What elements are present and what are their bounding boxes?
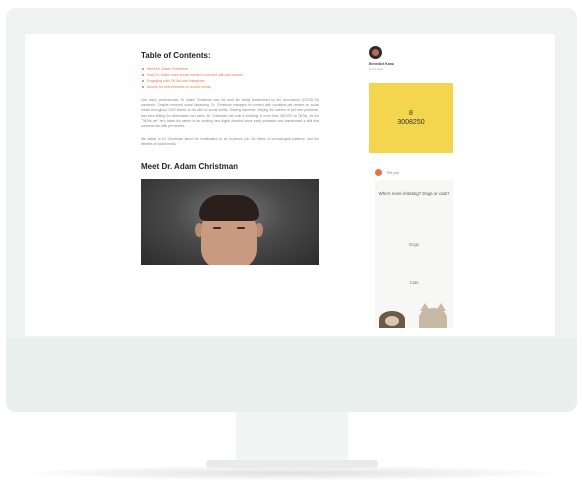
promo-line: 8	[409, 110, 413, 117]
poll-card: Who's more irritating? Dogs or cats? Dog…	[375, 180, 453, 328]
monitor-frame: Table of Contents: Meet Dr. Adam Christm…	[6, 8, 577, 412]
sidebar: Benedict Kanu 5 min read 8 3008250 Pet p…	[369, 46, 453, 328]
photo-hair	[199, 194, 259, 221]
author-avatar[interactable]	[369, 46, 382, 59]
section-heading: Meet Dr. Adam Christman	[141, 161, 239, 171]
poll-label: Pet poll	[387, 170, 399, 175]
photo-eye	[213, 226, 221, 229]
poll-question: Who's more irritating? Dogs or cats?	[378, 191, 450, 196]
article-paragraph: Like many professionals, Dr. Adam Christ…	[141, 98, 319, 129]
monitor-stand-base	[206, 460, 378, 468]
toc-list: Meet Dr. Adam Christman How Dr. Adam use…	[141, 66, 319, 90]
author-name[interactable]: Benedict Kanu	[369, 62, 453, 66]
article-column: Table of Contents: Meet Dr. Adam Christm…	[141, 51, 319, 265]
monitor-chin	[6, 338, 577, 412]
cat-image	[419, 303, 447, 328]
promo-line: 3008250	[397, 119, 425, 126]
dog-image	[379, 311, 405, 328]
toc-title: Table of Contents:	[141, 51, 211, 60]
poll-option-dogs[interactable]: Dogs	[375, 242, 453, 247]
toc-link[interactable]: Advice for veterinarians on social media	[141, 84, 319, 90]
monitor-neck	[236, 412, 348, 462]
browser-screen: Table of Contents: Meet Dr. Adam Christm…	[25, 34, 555, 336]
poll-option-cats[interactable]: Cats	[375, 280, 453, 285]
poll-icon	[375, 169, 382, 176]
promo-box[interactable]: 8 3008250	[369, 83, 453, 153]
poll-header: Pet poll	[375, 169, 453, 176]
portrait-photo	[141, 178, 319, 265]
author-meta: 5 min read	[369, 67, 384, 71]
stand-shadow	[30, 466, 552, 480]
photo-eye	[237, 226, 245, 229]
article-paragraph: We talked to Dr. Christman about his mod…	[141, 137, 319, 147]
